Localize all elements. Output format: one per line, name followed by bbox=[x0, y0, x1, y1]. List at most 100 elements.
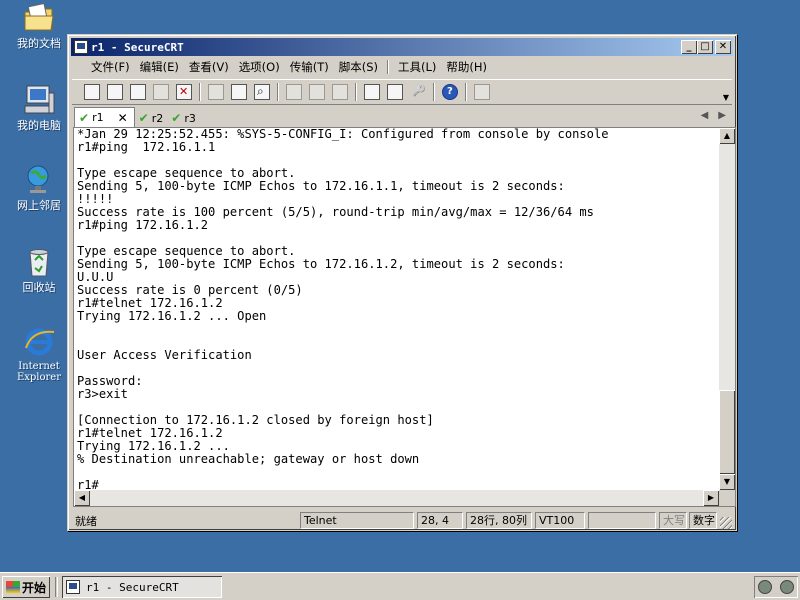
copy-button[interactable] bbox=[206, 82, 226, 102]
quick-connect-button[interactable] bbox=[105, 82, 125, 102]
print-button[interactable] bbox=[284, 82, 304, 102]
terminal-line: Password: bbox=[77, 374, 143, 388]
taskbar-securecrt-button[interactable]: r1 - SecureCRT bbox=[62, 576, 222, 598]
window-title: r1 - SecureCRT bbox=[91, 40, 184, 54]
menu-separator bbox=[387, 60, 389, 74]
menu-options[interactable]: 选项(O) bbox=[234, 59, 285, 75]
toolbar-separator bbox=[277, 83, 279, 101]
horizontal-scrollbar[interactable]: ◀ ▶ bbox=[74, 490, 719, 506]
terminal-line: Trying 172.16.1.2 ... Open bbox=[77, 309, 267, 323]
windows-flag-icon bbox=[6, 581, 20, 593]
status-caps-lock: 大写 bbox=[659, 512, 687, 529]
session-options-button[interactable] bbox=[362, 82, 382, 102]
terminal-line: r1#ping 172.16.1.2 bbox=[77, 218, 209, 232]
maximize-button[interactable]: □ bbox=[697, 40, 713, 54]
terminal-line: % Destination unreachable; gateway or ho… bbox=[77, 452, 420, 466]
session-options-icon bbox=[364, 84, 380, 100]
toolbar-separator bbox=[355, 83, 357, 101]
toolbar-separator bbox=[433, 83, 435, 101]
keymap-button[interactable] bbox=[408, 82, 428, 102]
tab-r2[interactable]: ✔ r2 bbox=[135, 109, 168, 127]
connect-button[interactable] bbox=[82, 82, 102, 102]
terminal-output[interactable]: *Jan 29 12:25:52.455: %SYS-5-CONFIG_I: C… bbox=[77, 128, 717, 490]
toolbar: ▼ bbox=[72, 79, 732, 105]
vertical-scroll-thumb[interactable] bbox=[719, 390, 735, 474]
taskbar-separator bbox=[55, 577, 58, 597]
sftp-button[interactable] bbox=[472, 82, 492, 102]
tab-r3[interactable]: ✔ r3 bbox=[167, 109, 200, 127]
tab-scroll-right-icon[interactable]: ▶ bbox=[718, 110, 726, 121]
terminal-line: r1#ping 172.16.1.1 bbox=[77, 140, 216, 154]
reconnect-button[interactable] bbox=[151, 82, 171, 102]
menubar: 文件(F) 编辑(E) 查看(V) 选项(O) 传输(T) 脚本(S) 工具(L… bbox=[72, 57, 732, 77]
minimize-button[interactable]: _ bbox=[681, 40, 697, 54]
scroll-left-arrow-icon[interactable]: ◀ bbox=[74, 490, 90, 506]
paste-icon bbox=[231, 84, 247, 100]
tab-r1[interactable]: ✔ r1 ✕ bbox=[74, 107, 135, 127]
menu-edit[interactable]: 编辑(E) bbox=[135, 59, 184, 75]
toolbar-overflow-icon[interactable]: ▼ bbox=[723, 93, 729, 102]
taskbar: 开始 r1 - SecureCRT bbox=[0, 572, 800, 600]
connect-tab-button[interactable] bbox=[128, 82, 148, 102]
resize-grip-icon[interactable] bbox=[720, 517, 732, 529]
terminal-line: r3>exit bbox=[77, 387, 128, 401]
securecrt-window: r1 - SecureCRT _ □ ✕ 文件(F) 编辑(E) 查看(V) 选… bbox=[67, 34, 737, 531]
scroll-down-arrow-icon[interactable]: ▼ bbox=[719, 474, 735, 490]
window-titlebar[interactable]: r1 - SecureCRT _ □ ✕ bbox=[71, 38, 733, 56]
status-protocol: Telnet bbox=[300, 512, 414, 529]
terminal-line: Sending 5, 100-byte ICMP Echos to 172.16… bbox=[77, 179, 565, 193]
start-button[interactable]: 开始 bbox=[2, 576, 50, 598]
desktop-icon-my-computer[interactable]: 我的电脑 bbox=[6, 84, 72, 132]
scroll-up-arrow-icon[interactable]: ▲ bbox=[719, 128, 735, 144]
tab-scroll-left-icon[interactable]: ◀ bbox=[701, 110, 709, 121]
recycle-bin-icon bbox=[29, 249, 49, 277]
print-selection-button[interactable] bbox=[307, 82, 327, 102]
desktop-icon-recycle-bin[interactable]: 回收站 bbox=[6, 246, 72, 294]
printer-button[interactable] bbox=[330, 82, 350, 102]
network-icon bbox=[27, 165, 49, 193]
help-button[interactable] bbox=[440, 82, 460, 102]
start-label: 开始 bbox=[22, 580, 47, 595]
desktop-icon-my-documents[interactable]: 我的文档 bbox=[6, 2, 72, 50]
menu-help[interactable]: 帮助(H) bbox=[441, 59, 492, 75]
sftp-icon bbox=[474, 84, 490, 100]
connect-icon bbox=[84, 84, 100, 100]
terminal-line: r1# bbox=[77, 478, 99, 491]
terminal-line: User Access Verification bbox=[77, 348, 252, 362]
folder-documents-icon bbox=[24, 2, 54, 31]
scroll-right-arrow-icon[interactable]: ▶ bbox=[703, 490, 719, 506]
close-button[interactable]: ✕ bbox=[715, 40, 731, 54]
find-button[interactable] bbox=[252, 82, 272, 102]
toolbar-separator bbox=[199, 83, 201, 101]
tab-close-icon[interactable]: ✕ bbox=[118, 111, 128, 125]
tray-status-icon[interactable] bbox=[758, 580, 772, 594]
help-icon bbox=[442, 84, 458, 100]
status-blank-field bbox=[588, 512, 656, 529]
connect-tab-icon bbox=[130, 84, 146, 100]
status-terminal-size: 28行, 80列 bbox=[466, 512, 532, 529]
desktop-icon-label: 我的文档 bbox=[17, 37, 61, 50]
terminal-pane[interactable]: *Jan 29 12:25:52.455: %SYS-5-CONFIG_I: C… bbox=[73, 127, 736, 507]
securecrt-app-icon[interactable] bbox=[74, 40, 88, 54]
desktop-icon-network[interactable]: 网上邻居 bbox=[6, 164, 72, 212]
tray-network-icon[interactable] bbox=[780, 580, 794, 594]
paste-button[interactable] bbox=[229, 82, 249, 102]
menu-file[interactable]: 文件(F) bbox=[86, 59, 135, 75]
menu-script[interactable]: 脚本(S) bbox=[334, 59, 383, 75]
disconnect-button[interactable] bbox=[174, 82, 194, 102]
menu-view[interactable]: 查看(V) bbox=[184, 59, 234, 75]
menu-transfer[interactable]: 传输(T) bbox=[285, 59, 334, 75]
connected-check-icon: ✔ bbox=[171, 111, 182, 125]
status-ready: 就绪 bbox=[75, 515, 97, 528]
vertical-scrollbar[interactable]: ▲ ▼ bbox=[719, 128, 735, 490]
toolbar-separator bbox=[465, 83, 467, 101]
desktop-icon-internet-explorer[interactable]: Internet Explorer bbox=[6, 326, 72, 383]
print-icon bbox=[286, 84, 302, 100]
menu-tools[interactable]: 工具(L) bbox=[393, 59, 441, 75]
print-selection-icon bbox=[309, 84, 325, 100]
disconnect-icon bbox=[176, 84, 192, 100]
key-icon bbox=[410, 84, 426, 100]
global-options-button[interactable] bbox=[385, 82, 405, 102]
